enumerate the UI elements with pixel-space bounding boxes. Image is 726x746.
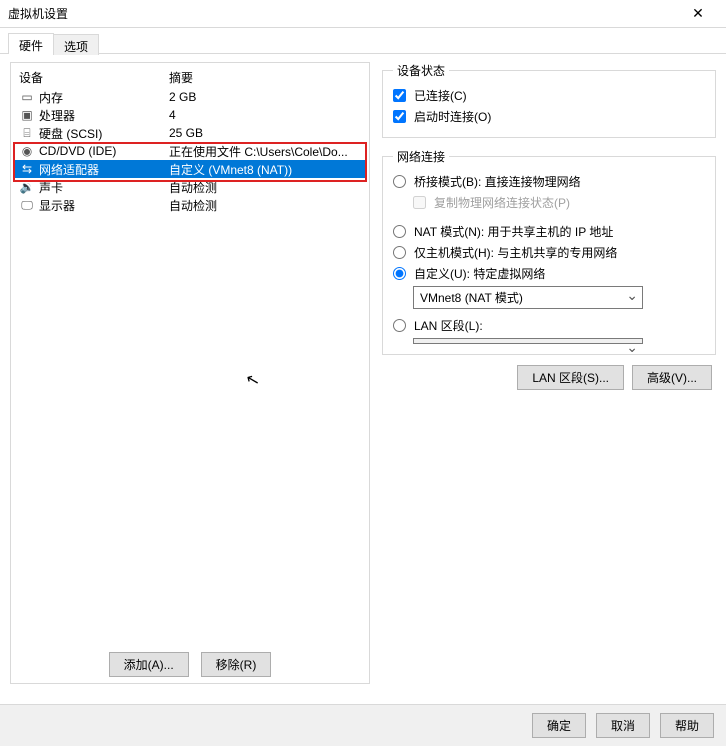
- tab-hardware[interactable]: 硬件: [8, 33, 54, 54]
- display-icon: 🖵: [19, 199, 35, 211]
- hostonly-row[interactable]: 仅主机模式(H): 与主机共享的专用网络: [393, 242, 705, 263]
- custom-radio[interactable]: [393, 267, 406, 280]
- tabs: 硬件 选项: [0, 28, 726, 54]
- lan-segment-label: LAN 区段(L):: [414, 317, 483, 334]
- custom-network-value: VMnet8 (NAT 模式): [420, 291, 523, 305]
- disk-icon: ⌸: [19, 127, 35, 139]
- dialog-footer: 确定 取消 帮助: [0, 704, 726, 746]
- cancel-button[interactable]: 取消: [596, 713, 650, 738]
- tab-options[interactable]: 选项: [53, 34, 99, 55]
- col-device: 设备: [19, 69, 169, 86]
- bridged-label: 桥接模式(B): 直接连接物理网络: [414, 173, 581, 190]
- titlebar: 虚拟机设置 ✕: [0, 0, 726, 28]
- remove-button[interactable]: 移除(R): [201, 652, 272, 677]
- add-button[interactable]: 添加(A)...: [109, 652, 189, 677]
- custom-label: 自定义(U): 特定虚拟网络: [414, 265, 545, 282]
- connected-checkbox[interactable]: [393, 89, 406, 102]
- cpu-icon: ▣: [19, 109, 35, 121]
- main-area: 设备 摘要 ▭ 内存 2 GB ▣ 处理器 4 ⌸ 硬盘 (SCSI) 25 G…: [0, 54, 726, 692]
- close-icon[interactable]: ✕: [678, 5, 718, 22]
- device-memory[interactable]: ▭ 内存 2 GB: [15, 88, 365, 106]
- memory-icon: ▭: [19, 91, 35, 103]
- hostonly-radio[interactable]: [393, 246, 406, 259]
- device-sound-card[interactable]: 🔉 声卡 自动检测: [15, 178, 365, 196]
- network-legend: 网络连接: [393, 148, 449, 165]
- device-status-group: 设备状态 已连接(C) 启动时连接(O): [382, 62, 716, 138]
- window-title: 虚拟机设置: [8, 5, 678, 22]
- device-status-legend: 设备状态: [393, 62, 449, 79]
- right-buttons: LAN 区段(S)... 高级(V)...: [382, 365, 716, 390]
- custom-network-select[interactable]: VMnet8 (NAT 模式): [413, 286, 643, 309]
- cd-icon: ◉: [19, 145, 35, 157]
- hostonly-label: 仅主机模式(H): 与主机共享的专用网络: [414, 244, 617, 261]
- device-network-adapter[interactable]: ⇆ 网络适配器 自定义 (VMnet8 (NAT)): [15, 160, 365, 178]
- lan-segment-row[interactable]: LAN 区段(L):: [393, 315, 705, 336]
- lan-segment-radio[interactable]: [393, 319, 406, 332]
- connect-power-on-label: 启动时连接(O): [414, 108, 491, 125]
- device-list: ▭ 内存 2 GB ▣ 处理器 4 ⌸ 硬盘 (SCSI) 25 GB ◉ CD…: [15, 88, 365, 647]
- replicate-checkbox: [413, 196, 426, 209]
- custom-row[interactable]: 自定义(U): 特定虚拟网络: [393, 263, 705, 284]
- device-processors[interactable]: ▣ 处理器 4: [15, 106, 365, 124]
- device-cd-dvd[interactable]: ◉ CD/DVD (IDE) 正在使用文件 C:\Users\Cole\Do..…: [15, 142, 365, 160]
- replicate-label: 复制物理网络连接状态(P): [434, 194, 570, 211]
- lan-segments-button[interactable]: LAN 区段(S)...: [517, 365, 624, 390]
- nat-radio[interactable]: [393, 225, 406, 238]
- connect-power-on-checkbox[interactable]: [393, 110, 406, 123]
- sound-icon: 🔉: [19, 181, 35, 193]
- replicate-row: 复制物理网络连接状态(P): [393, 192, 705, 213]
- lan-segment-select: [413, 338, 643, 344]
- connected-checkbox-row[interactable]: 已连接(C): [393, 85, 705, 106]
- advanced-button[interactable]: 高级(V)...: [632, 365, 712, 390]
- network-connection-group: 网络连接 桥接模式(B): 直接连接物理网络 复制物理网络连接状态(P) NAT…: [382, 148, 716, 355]
- connect-power-on-row[interactable]: 启动时连接(O): [393, 106, 705, 127]
- help-button[interactable]: 帮助: [660, 713, 714, 738]
- device-display[interactable]: 🖵 显示器 自动检测: [15, 196, 365, 214]
- device-panel: 设备 摘要 ▭ 内存 2 GB ▣ 处理器 4 ⌸ 硬盘 (SCSI) 25 G…: [10, 62, 370, 684]
- ok-button[interactable]: 确定: [532, 713, 586, 738]
- bridged-radio[interactable]: [393, 175, 406, 188]
- settings-panel: 设备状态 已连接(C) 启动时连接(O) 网络连接 桥接模式(B): 直接连接物…: [382, 62, 716, 684]
- col-summary: 摘要: [169, 69, 361, 86]
- nat-label: NAT 模式(N): 用于共享主机的 IP 地址: [414, 223, 613, 240]
- device-hard-disk[interactable]: ⌸ 硬盘 (SCSI) 25 GB: [15, 124, 365, 142]
- nat-row[interactable]: NAT 模式(N): 用于共享主机的 IP 地址: [393, 221, 705, 242]
- network-icon: ⇆: [19, 163, 35, 175]
- device-buttons: 添加(A)... 移除(R): [11, 652, 369, 677]
- bridged-row[interactable]: 桥接模式(B): 直接连接物理网络: [393, 171, 705, 192]
- connected-label: 已连接(C): [414, 87, 467, 104]
- device-list-header: 设备 摘要: [15, 67, 365, 88]
